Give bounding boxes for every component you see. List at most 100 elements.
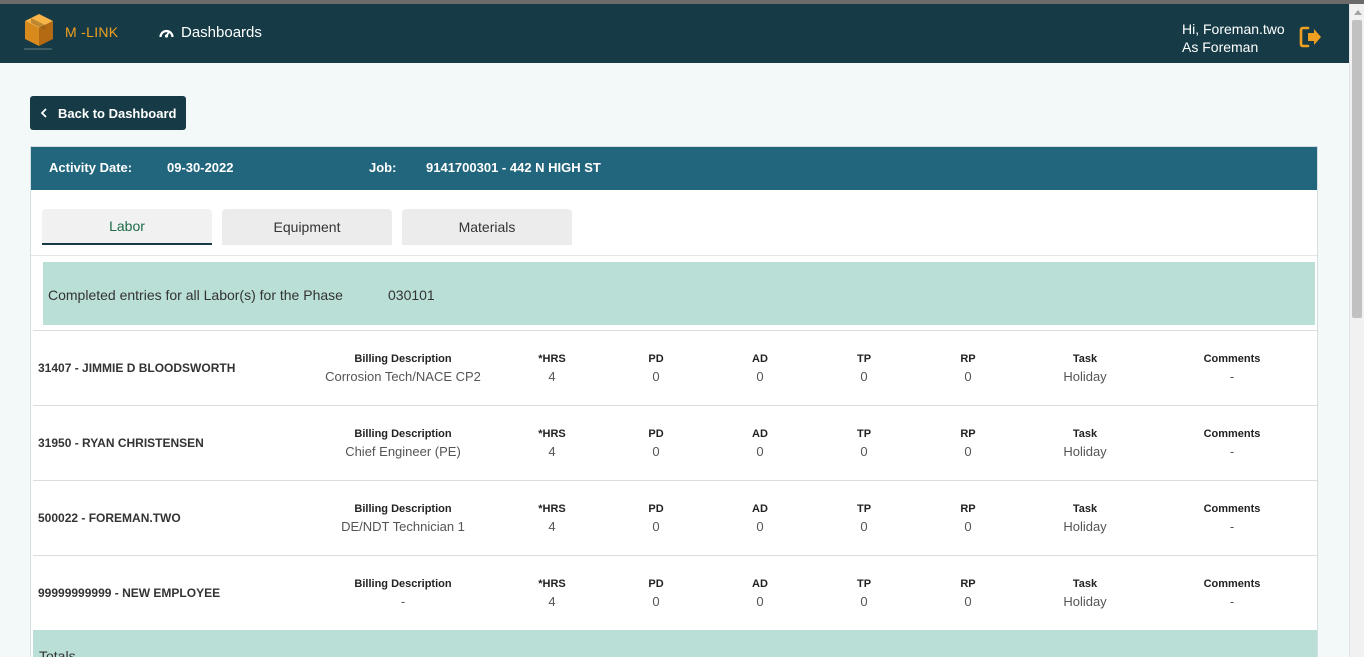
- comments-cell: Comments -: [1204, 577, 1261, 610]
- nav-dashboards[interactable]: Dashboards: [159, 24, 262, 41]
- tab-materials[interactable]: Materials: [402, 209, 572, 245]
- comments-value: -: [1229, 519, 1235, 534]
- rp-header: RP: [960, 428, 976, 440]
- logo-box-icon[interactable]: [22, 12, 56, 52]
- activity-card: Activity Date: 09-30-2022 Job: 914170030…: [30, 146, 1318, 657]
- billing-cell: Billing Description -: [354, 577, 451, 610]
- pd-header: PD: [648, 503, 664, 515]
- billing-cell: Billing Description Chief Engineer (PE): [345, 427, 461, 460]
- rp-value: 0: [964, 444, 972, 459]
- task-header: Task: [1072, 353, 1098, 365]
- comments-value: -: [1229, 444, 1235, 459]
- back-to-dashboard-button[interactable]: Back to Dashboard: [30, 96, 186, 130]
- task-header: Task: [1072, 428, 1098, 440]
- tp-header: TP: [856, 578, 872, 590]
- tab-divider: [31, 255, 1317, 256]
- comments-value: -: [1229, 369, 1235, 384]
- labor-row: 31407 - JIMMIE D BLOODSWORTH Billing Desc…: [33, 330, 1317, 405]
- totals-row: Totals: [33, 630, 1317, 657]
- hrs-value: 4: [548, 444, 556, 459]
- task-value: Holiday: [1063, 369, 1107, 384]
- comments-header: Comments: [1203, 428, 1261, 440]
- hrs-header: *HRS: [538, 428, 566, 440]
- nav-dashboards-label: Dashboards: [181, 24, 262, 41]
- labor-row: 500022 - FOREMAN.TWO Billing Description D…: [33, 480, 1317, 555]
- back-button-label: Back to Dashboard: [58, 105, 177, 121]
- page-scrollbar[interactable]: [1349, 4, 1364, 657]
- tp-cell: TP 0: [857, 427, 871, 460]
- pd-cell: PD 0: [648, 577, 663, 610]
- user-info: Hi, Foreman.two As Foreman: [1182, 20, 1285, 56]
- ad-header: AD: [752, 578, 768, 590]
- ad-value: 0: [756, 369, 764, 384]
- employee-name: 500022 - FOREMAN.TWO: [38, 511, 181, 525]
- billing-header: Billing Description: [354, 578, 452, 590]
- ad-cell: AD 0: [752, 577, 768, 610]
- tab-labor[interactable]: Labor: [42, 209, 212, 245]
- ad-header: AD: [752, 503, 768, 515]
- task-header: Task: [1072, 578, 1098, 590]
- tp-cell: TP 0: [857, 352, 871, 385]
- rp-value: 0: [964, 519, 972, 534]
- tp-header: TP: [856, 503, 872, 515]
- employee-name: 31950 - RYAN CHRISTENSEN: [38, 436, 204, 450]
- comments-cell: Comments -: [1204, 352, 1261, 385]
- comments-value: -: [1229, 594, 1235, 609]
- rp-cell: RP 0: [960, 502, 975, 535]
- activity-header: Activity Date: 09-30-2022 Job: 914170030…: [31, 147, 1317, 190]
- phase-code: 030101: [388, 287, 435, 303]
- hrs-header: *HRS: [538, 578, 566, 590]
- ad-value: 0: [756, 444, 764, 459]
- scroll-up-arrow-icon[interactable]: [1354, 10, 1362, 15]
- ad-value: 0: [756, 594, 764, 609]
- tp-header: TP: [856, 353, 872, 365]
- ad-cell: AD 0: [752, 427, 768, 460]
- ad-cell: AD 0: [752, 502, 768, 535]
- ad-header: AD: [752, 428, 768, 440]
- pd-value: 0: [652, 369, 660, 384]
- user-role: As Foreman: [1182, 39, 1259, 55]
- brand-name[interactable]: M -LINK: [65, 24, 118, 40]
- billing-header: Billing Description: [354, 428, 452, 440]
- task-cell: Task Holiday: [1063, 352, 1106, 385]
- billing-cell: Billing Description Corrosion Tech/NACE C…: [325, 352, 481, 385]
- task-value: Holiday: [1063, 444, 1107, 459]
- hrs-value: 4: [548, 519, 556, 534]
- labor-row: 99999999999 - NEW EMPLOYEE Billing Descri…: [33, 555, 1317, 630]
- task-value: Holiday: [1063, 594, 1107, 609]
- rp-header: RP: [960, 503, 976, 515]
- billing-value: -: [400, 594, 406, 609]
- pd-header: PD: [648, 353, 664, 365]
- rp-value: 0: [964, 369, 972, 384]
- logout-icon[interactable]: [1299, 26, 1323, 48]
- chevron-left-icon: [41, 108, 47, 118]
- comments-cell: Comments -: [1204, 427, 1261, 460]
- billing-cell: Billing Description DE/NDT Technician 1: [341, 502, 465, 535]
- hrs-header: *HRS: [538, 503, 566, 515]
- scroll-thumb[interactable]: [1352, 20, 1362, 318]
- phase-banner-text: Completed entries for all Labor(s) for t…: [48, 287, 343, 303]
- tp-cell: TP 0: [857, 502, 871, 535]
- activity-date-value: 09-30-2022: [167, 160, 234, 175]
- hrs-header: *HRS: [538, 353, 566, 365]
- task-cell: Task Holiday: [1063, 577, 1106, 610]
- hrs-cell: *HRS 4: [538, 502, 566, 535]
- top-navbar: M -LINK Dashboards Hi, Foreman.two As Fo…: [0, 4, 1349, 63]
- activity-date-label: Activity Date:: [49, 160, 133, 175]
- rp-cell: RP 0: [960, 577, 975, 610]
- tab-equipment[interactable]: Equipment: [222, 209, 392, 245]
- hrs-cell: *HRS 4: [538, 577, 566, 610]
- tp-value: 0: [860, 369, 868, 384]
- pd-header: PD: [648, 428, 664, 440]
- task-header: Task: [1072, 503, 1098, 515]
- rp-header: RP: [960, 353, 976, 365]
- pd-cell: PD 0: [648, 502, 663, 535]
- hrs-cell: *HRS 4: [538, 352, 566, 385]
- ad-value: 0: [756, 519, 764, 534]
- billing-header: Billing Description: [354, 503, 452, 515]
- billing-value: DE/NDT Technician 1: [341, 519, 465, 534]
- speedometer-icon: [159, 29, 174, 38]
- rp-cell: RP 0: [960, 352, 975, 385]
- tp-value: 0: [860, 444, 868, 459]
- pd-header: PD: [648, 578, 664, 590]
